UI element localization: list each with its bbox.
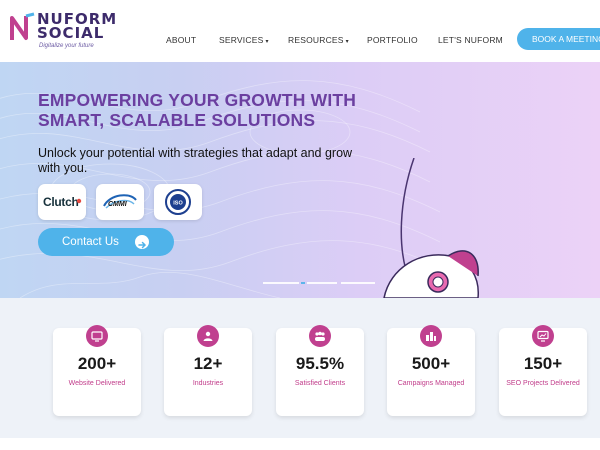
- cmmi-badge[interactable]: CMMI: [96, 184, 144, 220]
- stat-value: 200+: [77, 354, 117, 373]
- stat-value: 95.5%: [295, 354, 345, 373]
- stat-card-seo: 150+ SEO Projects Delivered: [499, 325, 587, 416]
- stat-card-clients: 95.5% Satisfied Clients: [276, 325, 364, 416]
- iso-certification-icon: ISO: [165, 189, 191, 215]
- arrow-right-icon: [135, 235, 149, 249]
- chevron-down-icon: ▾: [345, 39, 349, 45]
- cmmi-logo-icon: CMMI: [103, 194, 137, 209]
- clutch-badge[interactable]: Clutch: [38, 184, 86, 220]
- stat-card-industries: 12+ Industries: [164, 325, 252, 416]
- hero-subheadline: Unlock your potential with strategies th…: [38, 146, 353, 175]
- svg-text:ISO: ISO: [173, 201, 183, 207]
- slider-dot[interactable]: [341, 282, 375, 284]
- main-nav: ABOUT SERVICES ▾ RESOURCES ▾ PORTFOLIO LET…: [0, 35, 600, 47]
- book-meeting-button[interactable]: BOOK A MEETING: [517, 28, 600, 50]
- clients-icon: [309, 325, 331, 347]
- clutch-dot-icon: [76, 198, 82, 204]
- stat-value: 500+: [411, 354, 451, 373]
- stat-card-website: 200+ Website Delivered: [53, 325, 141, 416]
- page-bottom-strip: [0, 438, 600, 450]
- stat-label: Website Delivered: [68, 380, 126, 387]
- hero-section: EMPOWERING YOUR GROWTH WITH SMART, SCALA…: [0, 62, 600, 298]
- stat-value: 12+: [193, 354, 223, 373]
- slider-dot[interactable]: [307, 282, 337, 284]
- hero-headline: EMPOWERING YOUR GROWTH WITH SMART, SCALA…: [38, 90, 357, 130]
- nav-about[interactable]: ABOUT: [166, 35, 196, 45]
- stats-section: 200+ Website Delivered 12+ Industries 95…: [0, 298, 600, 438]
- stat-label: Industries: [192, 380, 224, 387]
- svg-text:CMMI: CMMI: [108, 201, 128, 208]
- stat-card-campaigns: 500+ Campaigns Managed: [387, 325, 475, 416]
- clutch-badge-text: Clutch: [43, 195, 79, 209]
- chevron-down-icon: ▾: [265, 39, 269, 45]
- industries-icon: [197, 325, 219, 347]
- website-icon: [86, 325, 108, 347]
- iso-badge[interactable]: ISO: [154, 184, 202, 220]
- stat-label: Campaigns Managed: [397, 380, 465, 387]
- campaign-icon: [420, 325, 442, 347]
- contact-us-button[interactable]: Contact Us: [38, 228, 174, 256]
- slider-dot[interactable]: [263, 282, 299, 284]
- stat-value: 150+: [523, 354, 563, 373]
- nav-lets-nuform[interactable]: LET'S NUFORM: [438, 35, 503, 45]
- rocket-illustration-icon: [383, 158, 479, 298]
- nav-resources[interactable]: RESOURCES ▾: [288, 35, 349, 45]
- site-header: NUFORM SOCIAL Digitalize your future ABO…: [0, 0, 600, 62]
- slider-dot-active[interactable]: [301, 282, 305, 284]
- nav-portfolio[interactable]: PORTFOLIO: [367, 35, 418, 45]
- seo-icon: [532, 325, 554, 347]
- stat-label: Satisfied Clients: [294, 380, 346, 387]
- stat-label: SEO Projects Delivered: [506, 380, 580, 387]
- nav-services[interactable]: SERVICES ▾: [219, 35, 269, 45]
